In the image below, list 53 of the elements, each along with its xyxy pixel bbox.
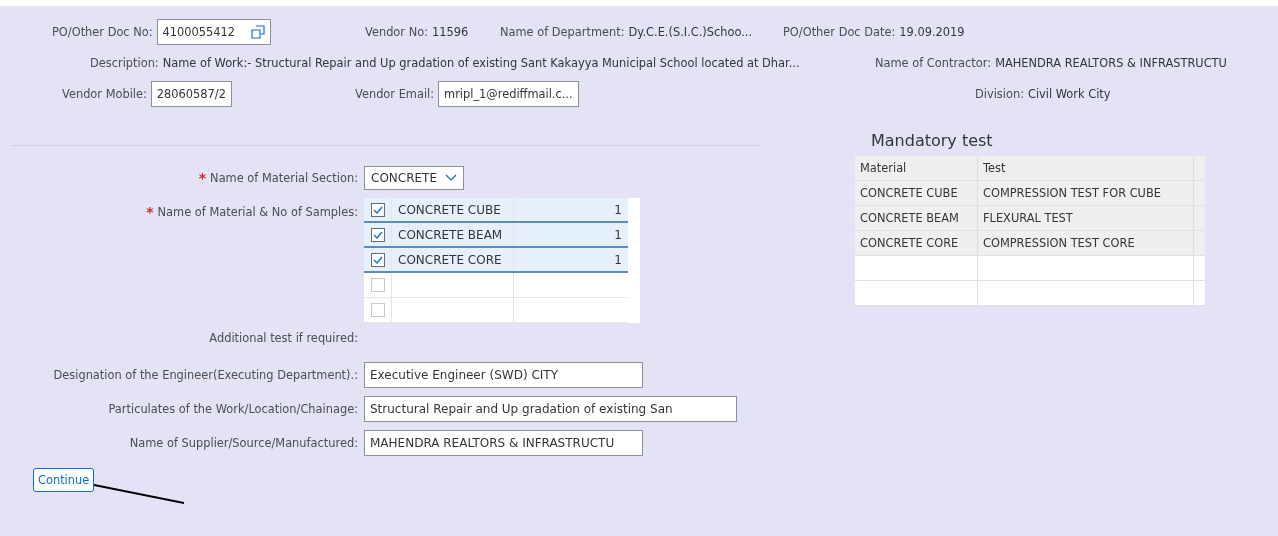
table-cell: CONCRETE BEAM (860, 211, 959, 225)
column-header: Test (983, 161, 1006, 175)
field-label: Name of Department: (500, 24, 625, 39)
checkbox[interactable] (370, 227, 385, 242)
field-value: Dy.C.E.(S.I.C.)Schoo... (628, 24, 753, 39)
field-value: 19.09.2019 (899, 24, 965, 39)
checkbox[interactable] (370, 278, 385, 292)
input-field[interactable]: mripl_1@rediffmail.c... (438, 80, 579, 107)
field-label: Name of Supplier/Source/Manufactured: (128, 436, 359, 450)
field-label: Vendor Email: (355, 86, 435, 101)
field-label: Description: (90, 55, 159, 70)
column-header: Material (860, 161, 907, 175)
checkbox[interactable] (370, 202, 385, 217)
required-mark: * (146, 204, 154, 220)
required-mark: * (198, 170, 207, 186)
field-label: Name of Contractor: (875, 55, 992, 70)
table-cell: 1 (614, 252, 622, 267)
field-label: Vendor No: (365, 24, 428, 39)
table-cell: CONCRETE CUBE (860, 186, 958, 200)
table-cell: CONCRETE CORE (398, 252, 502, 267)
section-title: Mandatory test (870, 130, 994, 152)
field-label: Name of Material & No of Samples: (157, 205, 358, 219)
field-value: 11596 (431, 24, 469, 39)
continue-button[interactable]: Continue (33, 468, 95, 492)
field-label: Additional test if required: (208, 331, 359, 345)
table-cell: FLEXURAL TEST (983, 211, 1073, 225)
material-section-dropdown[interactable]: CONCRETE (364, 166, 464, 190)
field-label: PO/Other Doc Date: (783, 24, 896, 39)
field-label: PO/Other Doc No: (52, 24, 153, 39)
table-cell: 1 (614, 227, 622, 242)
input-field[interactable]: Structural Repair and Up gradation of existing San (364, 396, 737, 422)
checkbox[interactable] (370, 252, 385, 267)
field-value: Civil Work City (1027, 86, 1111, 101)
input-field[interactable]: 4100055412 (156, 18, 272, 45)
table-cell: COMPRESSION TEST CORE (983, 236, 1135, 250)
field-label: Particulates of the Work/Location/Chainage: (107, 402, 359, 416)
table-cell: CONCRETE BEAM (398, 227, 503, 242)
field-label: Designation of the Engineer(Executing Department).: (52, 368, 359, 382)
table-cell: CONCRETE CUBE (398, 202, 501, 217)
table-cell: 1 (614, 202, 622, 217)
table-cell: CONCRETE CORE (860, 236, 959, 250)
copy-icon[interactable] (251, 24, 266, 39)
field-label: Division: (975, 86, 1024, 101)
field-label: Vendor Mobile: (62, 86, 147, 101)
field-value: Name of Work:- Structural Repair and Up gradation of existing Sant Kakayya Municipal School located at Dhar... (162, 55, 800, 70)
chevron-down-icon (445, 174, 457, 182)
field-value: MAHENDRA REALTORS & INFRASTRUCTU (995, 55, 1227, 70)
input-field[interactable]: MAHENDRA REALTORS & INFRASTRUCTU (364, 430, 643, 456)
input-field[interactable]: 28060587/2 (150, 80, 232, 107)
input-field[interactable]: Executive Engineer (SWD) CITY (364, 362, 643, 388)
field-label: Name of Material Section: (210, 171, 358, 185)
checkbox[interactable] (370, 303, 385, 317)
table-cell: COMPRESSION TEST FOR CUBE (983, 186, 1161, 200)
